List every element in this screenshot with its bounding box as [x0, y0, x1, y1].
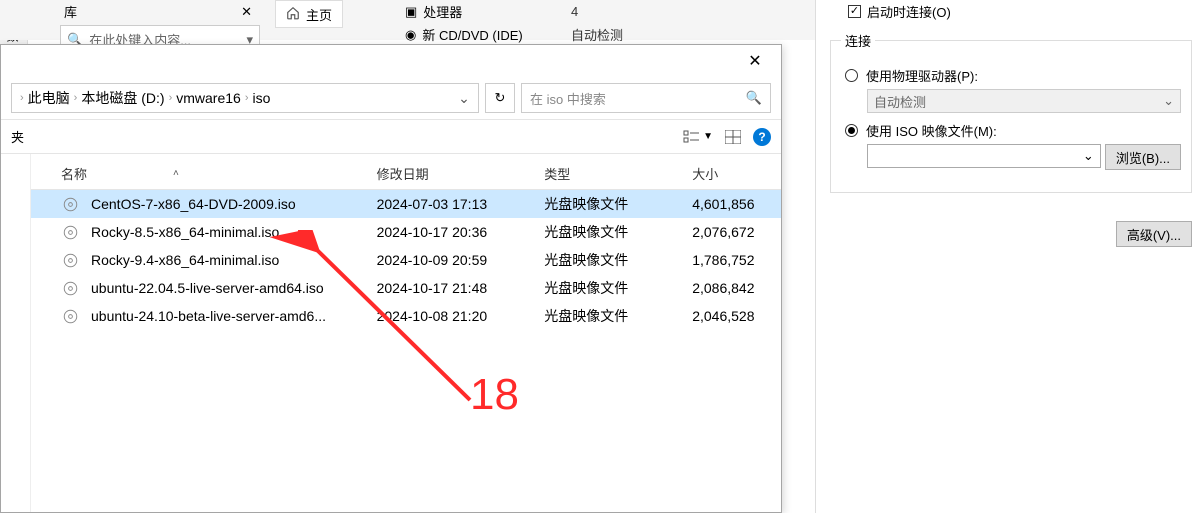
radio-icon [845, 124, 858, 137]
use-iso-label: 使用 ISO 映像文件(M): [866, 121, 997, 140]
close-icon: ✕ [748, 51, 761, 71]
file-row[interactable]: Rocky-8.5-x86_64-minimal.iso 2024-10-17 2… [31, 218, 781, 246]
connect-at-power-on-checkbox[interactable]: ✓ 启动时连接(O) [830, 2, 1192, 21]
use-iso-radio[interactable]: 使用 ISO 映像文件(M): [845, 121, 1181, 140]
library-title: 库 [64, 2, 77, 21]
nav-tree[interactable] [1, 154, 31, 512]
file-name: ubuntu-24.10-beta-live-server-amd6... [91, 308, 326, 324]
file-date: 2024-10-17 21:48 [377, 280, 545, 296]
view-options-button[interactable]: ▼ [683, 130, 713, 144]
crumb-folder-1[interactable]: vmware16 [176, 90, 241, 106]
iso-path-combo[interactable]: ⌄ [867, 144, 1101, 168]
cpu-icon: ▣ [405, 4, 417, 20]
disc-file-icon [61, 279, 79, 297]
radio-icon [845, 69, 858, 82]
help-button[interactable]: ? [753, 128, 771, 146]
advanced-button[interactable]: 高级(V)... [1116, 221, 1192, 247]
close-button[interactable]: ✕ [739, 45, 771, 77]
grid-icon [725, 130, 741, 144]
dialog-toolbar: 夹 ▼ ? [1, 120, 781, 154]
refresh-icon: ↻ [495, 90, 506, 106]
sort-asc-icon: ˄ [173, 168, 179, 179]
file-row[interactable]: CentOS-7-x86_64-DVD-2009.iso 2024-07-03 1… [31, 190, 781, 218]
file-name: ubuntu-22.04.5-live-server-amd64.iso [91, 280, 324, 296]
file-name: Rocky-8.5-x86_64-minimal.iso [91, 224, 279, 240]
disc-file-icon [61, 195, 79, 213]
file-size: 4,601,856 [692, 196, 781, 212]
disc-file-icon [61, 251, 79, 269]
file-type: 光盘映像文件 [544, 194, 692, 214]
list-view-icon [683, 130, 701, 144]
search-placeholder: 在 iso 中搜索 [530, 89, 606, 108]
home-tab-label: 主页 [306, 5, 332, 24]
browse-button[interactable]: 浏览(B)... [1105, 144, 1181, 170]
home-icon [286, 6, 300, 23]
home-tab[interactable]: 主页 [275, 0, 343, 28]
search-icon: 🔍 [746, 90, 762, 106]
cd-value: 自动检测 [571, 25, 623, 44]
use-physical-radio[interactable]: 使用物理驱动器(P): [845, 66, 1181, 85]
refresh-button[interactable]: ↻ [485, 83, 515, 113]
file-type: 光盘映像文件 [544, 306, 692, 326]
physical-drive-combo: 自动检测 ⌄ [867, 89, 1181, 113]
crumb-pc[interactable]: 此电脑 [28, 88, 70, 108]
file-type: 光盘映像文件 [544, 278, 692, 298]
file-type: 光盘映像文件 [544, 250, 692, 270]
col-size-header[interactable]: 大小 [692, 164, 781, 183]
file-open-dialog: ✕ › 此电脑 › 本地磁盘 (D:) › vmware16 › iso ⌄ ↻… [0, 44, 782, 513]
preview-pane-button[interactable] [725, 130, 741, 144]
chevron-right-icon: › [20, 92, 24, 104]
file-type: 光盘映像文件 [544, 222, 692, 242]
dialog-titlebar: ✕ [1, 45, 781, 77]
file-row[interactable]: ubuntu-22.04.5-live-server-amd64.iso 2024… [31, 274, 781, 302]
library-close-icon[interactable]: ✕ [237, 4, 256, 20]
chevron-down-icon: ▼ [703, 131, 713, 142]
cd-dvd-settings-pane: ✓ 启动时连接(O) 连接 使用物理驱动器(P): 自动检测 ⌄ 使用 ISO … [815, 0, 1200, 513]
file-size: 2,086,842 [692, 280, 781, 296]
connect-label: 启动时连接(O) [867, 2, 951, 21]
checkbox-icon: ✓ [848, 5, 861, 18]
file-date: 2024-10-09 20:59 [377, 252, 545, 268]
organize-label[interactable]: 夹 [11, 127, 24, 146]
file-row[interactable]: Rocky-9.4-x86_64-minimal.iso 2024-10-09 2… [31, 246, 781, 274]
file-size: 2,046,528 [692, 308, 781, 324]
file-date: 2024-10-08 21:20 [377, 308, 545, 324]
file-list: 名称 ˄ 修改日期 类型 大小 CentOS-7-x86_64-DVD-2009.… [31, 154, 781, 512]
chevron-right-icon: › [74, 92, 78, 104]
col-name-header[interactable]: 名称 [61, 164, 87, 183]
file-name: CentOS-7-x86_64-DVD-2009.iso [91, 196, 296, 212]
file-date: 2024-07-03 17:13 [377, 196, 545, 212]
file-size: 1,786,752 [692, 252, 781, 268]
col-type-header[interactable]: 类型 [544, 164, 692, 183]
connection-legend: 连接 [841, 31, 875, 50]
connection-group: 连接 使用物理驱动器(P): 自动检测 ⌄ 使用 ISO 映像文件(M): ⌄ … [830, 31, 1192, 193]
crumb-drive[interactable]: 本地磁盘 (D:) [81, 88, 164, 108]
file-size: 2,076,672 [692, 224, 781, 240]
cpu-label: 处理器 [423, 2, 462, 21]
chevron-down-icon: ⌄ [1163, 93, 1174, 109]
crumb-folder-2[interactable]: iso [253, 90, 271, 106]
chevron-right-icon: › [245, 92, 249, 104]
dialog-search-input[interactable]: 在 iso 中搜索 🔍 [521, 83, 771, 113]
cpu-value: 4 [571, 4, 578, 19]
disc-file-icon [61, 223, 79, 241]
file-date: 2024-10-17 20:36 [377, 224, 545, 240]
cd-label: 新 CD/DVD (IDE) [422, 25, 522, 44]
file-name: Rocky-9.4-x86_64-minimal.iso [91, 252, 279, 268]
list-header[interactable]: 名称 ˄ 修改日期 类型 大小 [31, 158, 781, 190]
chevron-right-icon: › [169, 92, 173, 104]
disc-file-icon [61, 307, 79, 325]
use-physical-label: 使用物理驱动器(P): [866, 66, 978, 85]
hardware-summary: ▣ 处理器 4 ◉ 新 CD/DVD (IDE) 自动检测 [405, 0, 623, 44]
file-row[interactable]: ubuntu-24.10-beta-live-server-amd6... 202… [31, 302, 781, 330]
col-date-header[interactable]: 修改日期 [377, 164, 545, 183]
chevron-down-icon: ⌄ [1083, 148, 1094, 164]
physical-drive-value: 自动检测 [874, 92, 926, 111]
breadcrumb[interactable]: › 此电脑 › 本地磁盘 (D:) › vmware16 › iso ⌄ [11, 83, 479, 113]
disc-icon: ◉ [405, 27, 416, 43]
chevron-down-icon[interactable]: ⌄ [454, 90, 474, 107]
